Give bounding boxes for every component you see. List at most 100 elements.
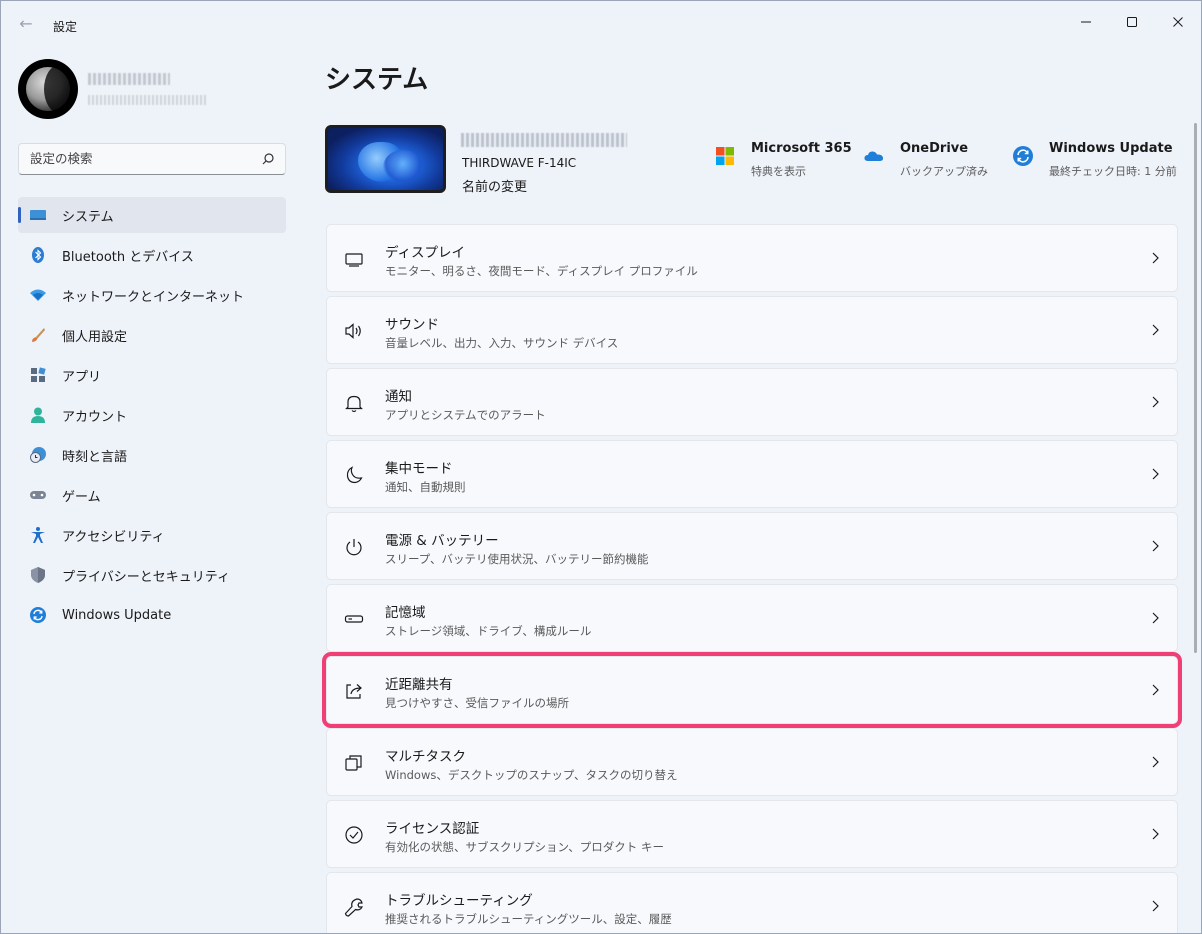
sidebar-item-label: アカウント: [62, 409, 128, 425]
minimize-icon: [1081, 21, 1091, 23]
sidebar-item-network[interactable]: ネットワークとインターネット: [18, 277, 286, 313]
sidebar-item-system[interactable]: システム: [18, 197, 286, 233]
quick-link-windows-update[interactable]: Windows Update 最終チェック日時: 1 分前: [1012, 139, 1182, 183]
setting-subtitle: 音量レベル、出力、入力、サウンド デバイス: [385, 336, 619, 350]
setting-card-nearby-sharing[interactable]: 近距離共有 見つけやすさ、受信ファイルの場所: [322, 652, 1182, 728]
chevron-right-icon: [1152, 252, 1159, 264]
sidebar-item-apps[interactable]: アプリ: [18, 357, 286, 393]
setting-subtitle: 見つけやすさ、受信ファイルの場所: [385, 696, 569, 710]
close-button[interactable]: [1155, 7, 1201, 37]
quick-link-subtitle: 特典を表示: [751, 165, 806, 178]
quick-link-title: Microsoft 365: [751, 141, 852, 156]
update-icon: [1013, 146, 1033, 166]
chevron-right-icon: [1152, 468, 1159, 480]
setting-card-notifications[interactable]: 通知 アプリとシステムでのアラート: [326, 368, 1178, 436]
sidebar-item-label: アプリ: [62, 369, 102, 385]
settings-list: ディスプレイ モニター、明るさ、夜間モード、ディスプレイ プロファイル サウンド…: [322, 224, 1182, 933]
setting-card-activation[interactable]: ライセンス認証 有効化の状態、サブスクリプション、プロダクト キー: [326, 800, 1178, 868]
close-icon: [1173, 17, 1183, 27]
setting-card-power-battery[interactable]: 電源 & バッテリー スリープ、バッテリ使用状況、バッテリー節約機能: [326, 512, 1178, 580]
chevron-right-icon: [1152, 684, 1159, 696]
chevron-right-icon: [1152, 324, 1159, 336]
setting-title: トラブルシューティング: [385, 893, 533, 909]
bluetooth-icon: [32, 247, 44, 263]
setting-title: 集中モード: [385, 461, 453, 477]
setting-title: 電源 & バッテリー: [385, 533, 499, 549]
sidebar-item-bluetooth[interactable]: Bluetooth とデバイス: [18, 237, 286, 273]
sidebar-item-label: 時刻と言語: [62, 449, 128, 465]
device-thumbnail: [325, 125, 446, 193]
setting-title: 記憶域: [385, 605, 426, 621]
sidebar-item-label: アクセシビリティ: [62, 529, 165, 545]
settings-search[interactable]: [18, 143, 286, 175]
blurred-user-email: [88, 95, 206, 105]
speaker-icon: [345, 323, 361, 339]
setting-title: サウンド: [385, 317, 439, 333]
brush-icon: [32, 328, 45, 342]
setting-title: 近距離共有: [385, 677, 453, 693]
chevron-right-icon: [1152, 612, 1159, 624]
setting-card-display[interactable]: ディスプレイ モニター、明るさ、夜間モード、ディスプレイ プロファイル: [326, 224, 1178, 292]
maximize-button[interactable]: [1109, 7, 1155, 37]
sidebar-item-label: プライバシーとセキュリティ: [62, 569, 230, 585]
search-input[interactable]: [30, 151, 250, 166]
rename-link[interactable]: 名前の変更: [462, 176, 527, 195]
sidebar-item-label: Bluetooth とデバイス: [62, 249, 194, 265]
wifi-icon: [30, 289, 46, 301]
sidebar-item-personalization[interactable]: 個人用設定: [18, 317, 286, 353]
setting-subtitle: ストレージ領域、ドライブ、構成ルール: [385, 624, 592, 638]
avatar: [18, 59, 78, 119]
accessibility-icon: [31, 527, 45, 543]
setting-subtitle: アプリとシステムでのアラート: [385, 408, 546, 422]
device-model: THIRDWAVE F-14IC: [462, 156, 577, 170]
power-icon: [346, 539, 362, 556]
title-bar: ← 設定: [1, 1, 1201, 49]
setting-card-troubleshoot[interactable]: トラブルシューティング 推奨されるトラブルシューティングツール、設定、履歴: [326, 872, 1178, 933]
wrench-icon: [344, 898, 363, 917]
setting-title: ディスプレイ: [385, 245, 466, 261]
setting-card-storage[interactable]: 記憶域 ストレージ領域、ドライブ、構成ルール: [326, 584, 1178, 652]
sidebar-item-privacy[interactable]: プライバシーとセキュリティ: [18, 557, 286, 593]
quick-link-subtitle: バックアップ済み: [900, 165, 988, 178]
search-icon[interactable]: [261, 152, 275, 166]
sidebar-item-label: ゲーム: [62, 489, 101, 505]
sidebar-item-accounts[interactable]: アカウント: [18, 397, 286, 433]
bell-icon: [345, 395, 363, 413]
monitor-icon: [30, 210, 46, 220]
sidebar-nav: システム Bluetooth とデバイス ネットワークとインターネット 個人用設…: [18, 197, 286, 637]
settings-window: ← 設定 システム B: [0, 0, 1202, 934]
quick-link-microsoft-365[interactable]: Microsoft 365 特典を表示: [714, 139, 854, 183]
gamepad-icon: [30, 491, 46, 499]
chevron-right-icon: [1152, 396, 1159, 408]
blurred-device-name: [461, 133, 627, 147]
sidebar-item-label: ネットワークとインターネット: [62, 289, 245, 305]
minimize-button[interactable]: [1063, 7, 1109, 37]
sidebar-item-accessibility[interactable]: アクセシビリティ: [18, 517, 286, 553]
quick-link-subtitle: 最終チェック日時: 1 分前: [1049, 165, 1177, 178]
sidebar-item-time-language[interactable]: 時刻と言語: [18, 437, 286, 473]
sidebar-item-windows-update[interactable]: Windows Update: [18, 597, 286, 633]
chevron-right-icon: [1152, 828, 1159, 840]
setting-card-sound[interactable]: サウンド 音量レベル、出力、入力、サウンド デバイス: [326, 296, 1178, 364]
user-profile[interactable]: [18, 59, 288, 121]
sidebar-item-label: Windows Update: [62, 607, 172, 623]
setting-card-focus-assist[interactable]: 集中モード 通知、自動規則: [326, 440, 1178, 508]
check-circle-icon: [345, 826, 363, 844]
page-title: システム: [325, 65, 429, 95]
vertical-scrollbar[interactable]: [1194, 123, 1197, 653]
device-info: THIRDWAVE F-14IC 名前の変更: [325, 125, 685, 195]
person-icon: [31, 407, 45, 423]
microsoft-logo-icon: [716, 147, 734, 165]
apps-icon: [31, 367, 46, 382]
setting-title: 通知: [385, 389, 412, 405]
sidebar-item-gaming[interactable]: ゲーム: [18, 477, 286, 513]
setting-card-multitasking[interactable]: マルチタスク Windows、デスクトップのスナップ、タスクの切り替え: [326, 728, 1178, 796]
moon-icon: [346, 466, 363, 484]
back-button[interactable]: ←: [15, 13, 37, 35]
quick-link-title: OneDrive: [900, 141, 969, 156]
sidebar-item-label: 個人用設定: [62, 329, 128, 345]
blurred-user-name: [88, 73, 170, 85]
share-icon: [346, 684, 362, 699]
chevron-right-icon: [1152, 900, 1159, 912]
quick-link-onedrive[interactable]: OneDrive バックアップ済み: [863, 139, 993, 183]
